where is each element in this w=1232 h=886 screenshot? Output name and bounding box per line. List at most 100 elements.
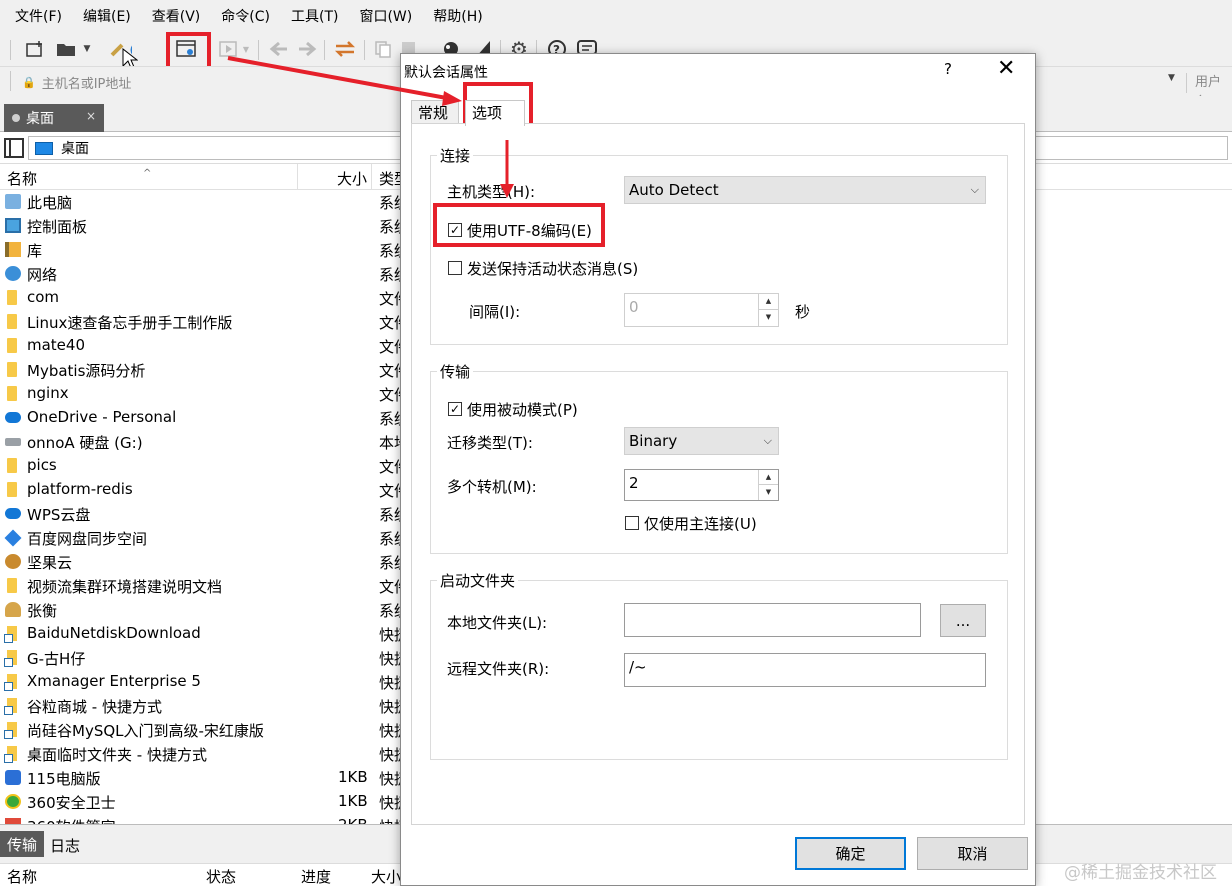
new-session-icon[interactable] <box>24 38 46 60</box>
file-row[interactable]: 桌面临时文件夹 - 快捷方式快捷方式 <box>0 742 439 766</box>
cp-icon <box>5 218 21 233</box>
menu-edit[interactable]: 编辑(E) <box>80 4 134 28</box>
copy-icon <box>372 38 394 60</box>
transfer-mode-label: 迁移类型(T): <box>447 434 533 452</box>
local-folder-input[interactable] <box>624 603 921 637</box>
file-row[interactable]: mate40文件夹 <box>0 334 424 358</box>
file-name: 张衡 <box>27 602 58 620</box>
open-folder-icon[interactable] <box>56 38 78 60</box>
transfer-mode-value: Binary <box>629 432 678 450</box>
file-row[interactable]: nginx文件夹 <box>0 382 424 406</box>
tab-desktop[interactable]: 桌面 × <box>4 104 104 132</box>
file-row[interactable]: 控制面板系统文件夹 <box>0 214 454 238</box>
column-status[interactable]: 状态 <box>206 866 236 886</box>
menu-window[interactable]: 窗口(W) <box>356 4 415 28</box>
tab-transfer[interactable]: 传输 <box>0 831 44 857</box>
spin-up-icon[interactable]: ▲ <box>759 294 778 310</box>
column-divider[interactable] <box>371 164 372 190</box>
cancel-button[interactable]: 取消 <box>917 837 1028 870</box>
folder-icon <box>7 386 17 401</box>
file-name: 百度网盘同步空间 <box>27 530 148 548</box>
tab-options[interactable]: 选项 <box>465 100 525 126</box>
menu-command[interactable]: 命令(C) <box>218 4 273 28</box>
tab-log[interactable]: 日志 <box>50 835 80 856</box>
file-row[interactable]: 视频流集群环境搭建说明文档文件夹 <box>0 574 424 598</box>
file-row[interactable]: BaiduNetdiskDownload快捷方式 <box>0 622 439 646</box>
dialog-close-button[interactable]: ✕ <box>997 56 1015 81</box>
column-name[interactable]: 名称 <box>7 866 37 886</box>
column-progress[interactable]: 进度 <box>301 866 331 886</box>
file-row[interactable]: platform-redis文件夹 <box>0 478 424 502</box>
file-row[interactable]: 库系统文件夹 <box>0 238 454 262</box>
menu-view[interactable]: 查看(V) <box>149 4 204 28</box>
username-field[interactable]: 用户名 <box>1186 73 1232 110</box>
transfer-icon[interactable] <box>334 38 356 60</box>
menu-file[interactable]: 文件(F) <box>12 4 65 28</box>
folder-icon <box>7 338 17 353</box>
interval-spinner[interactable]: ▲ ▼ <box>758 294 778 326</box>
column-size[interactable]: 大小 <box>371 866 401 886</box>
file-row[interactable]: 坚果云系统文件夹 <box>0 550 454 574</box>
spin-down-icon[interactable]: ▼ <box>759 310 778 326</box>
file-row[interactable]: 115电脑版1KB快捷方式 <box>0 766 439 790</box>
nut-icon <box>5 554 21 569</box>
column-name[interactable]: 名称 <box>7 168 37 189</box>
column-size[interactable]: 大小 <box>337 168 367 189</box>
main-connection-only-checkbox[interactable] <box>625 516 639 530</box>
spin-down-icon[interactable]: ▼ <box>759 485 778 500</box>
file-row[interactable]: G-古H仔快捷方式 <box>0 646 439 670</box>
spin-up-icon[interactable]: ▲ <box>759 470 778 485</box>
connect-group: 连接 主机类型(H): Auto Detect ⌵ ✓ 使用UTF-8编码(E)… <box>430 145 1008 345</box>
play-icon <box>218 38 240 60</box>
file-row[interactable]: onnoA 硬盘 (G:)本地磁盘 <box>0 430 439 454</box>
file-row[interactable]: 张衡系统文件夹 <box>0 598 454 622</box>
transfer-mode-select[interactable]: Binary ⌵ <box>624 427 779 455</box>
interval-label: 间隔(I): <box>469 303 521 321</box>
menu-help[interactable]: 帮助(H) <box>430 4 485 28</box>
file-row[interactable]: OneDrive - Personal系统文件夹 <box>0 406 454 430</box>
file-size: 2KB <box>338 816 368 824</box>
browse-button[interactable]: ... <box>940 604 986 637</box>
column-divider[interactable] <box>297 164 298 190</box>
file-row[interactable]: Xmanager Enterprise 5快捷方式 <box>0 670 439 694</box>
file-row[interactable]: 谷粒商城 - 快捷方式快捷方式 <box>0 694 439 718</box>
tab-close-icon[interactable]: × <box>86 109 96 123</box>
sort-ascending-icon: ^ <box>143 168 152 179</box>
file-row[interactable]: 此电脑系统文件夹 <box>0 190 454 214</box>
file-row[interactable]: WPS云盘系统文件夹 <box>0 502 454 526</box>
file-name: 谷粒商城 - 快捷方式 <box>27 698 162 716</box>
passive-mode-checkbox[interactable]: ✓ <box>448 402 462 416</box>
file-row[interactable]: com文件夹 <box>0 286 424 310</box>
menu-tools[interactable]: 工具(T) <box>288 4 341 28</box>
keepalive-checkbox[interactable] <box>448 261 462 275</box>
toolbar-grip <box>10 40 11 60</box>
interval-input[interactable]: 0 ▲ ▼ <box>624 293 779 327</box>
file-name: WPS云盘 <box>27 506 91 524</box>
cloud-icon <box>5 412 21 423</box>
ok-button[interactable]: 确定 <box>795 837 906 870</box>
file-row[interactable]: Linux速查备忘手册手工制作版文件夹 <box>0 310 424 334</box>
net-icon <box>5 266 21 281</box>
lib-icon <box>5 242 21 257</box>
multi-connection-value: 2 <box>629 474 639 492</box>
file-row[interactable]: 网络系统文件夹 <box>0 262 454 286</box>
remote-folder-input[interactable]: /~ <box>624 653 986 687</box>
file-row[interactable]: 尚硅谷MySQL入门到高级-宋红康版快捷方式 <box>0 718 439 742</box>
file-row[interactable]: pics文件夹 <box>0 454 424 478</box>
multi-connection-input[interactable]: 2 ▲ ▼ <box>624 469 779 501</box>
file-name: mate40 <box>27 336 86 354</box>
dialog-help-button[interactable]: ? <box>944 60 952 78</box>
tab-general[interactable]: 常规 <box>411 100 459 124</box>
open-dropdown-icon[interactable]: ▼ <box>80 38 94 60</box>
address-dropdown-icon[interactable]: ▼ <box>1168 73 1175 83</box>
file-size: 1KB <box>338 768 368 786</box>
multi-connection-spinner[interactable]: ▲ ▼ <box>758 470 778 500</box>
folder-icon <box>7 314 17 329</box>
panel-toggle-icon[interactable] <box>4 138 24 158</box>
file-row[interactable]: 360软件管家2KB快捷方式 <box>0 814 439 824</box>
file-row[interactable]: Mybatis源码分析文件夹 <box>0 358 424 382</box>
file-row[interactable]: 360安全卫士1KB快捷方式 <box>0 790 439 814</box>
host-type-select[interactable]: Auto Detect ⌵ <box>624 176 986 204</box>
file-row[interactable]: 百度网盘同步空间系统文件夹 <box>0 526 454 550</box>
file-name: 控制面板 <box>27 218 88 236</box>
